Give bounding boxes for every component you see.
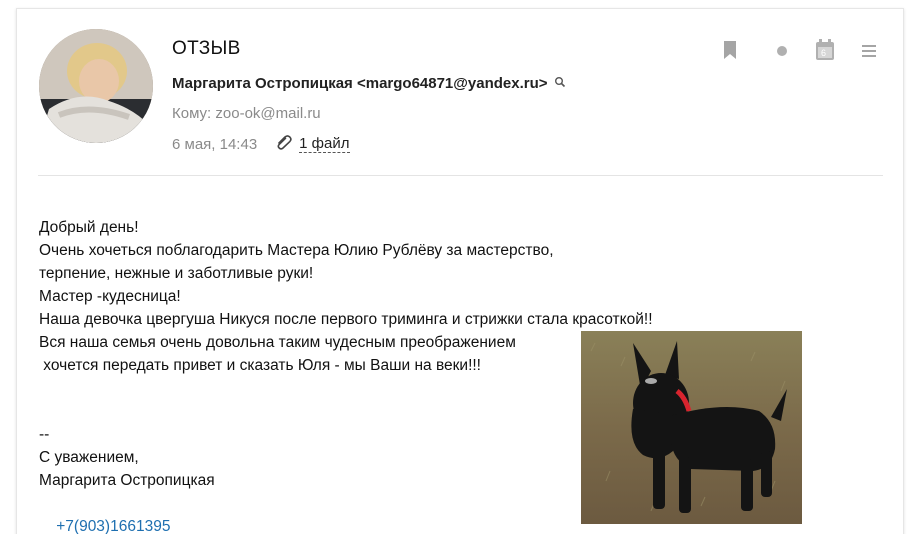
email-toolbar: 6: [720, 39, 881, 62]
phone-link[interactable]: +7(903)1661395: [56, 518, 171, 534]
header-divider: [38, 175, 883, 176]
body-line: Добрый день!: [39, 219, 139, 236]
bookmark-icon[interactable]: [722, 40, 742, 62]
sender-avatar[interactable]: [39, 29, 153, 143]
sender-line[interactable]: Маргарита Остропицкая <margo64871@yandex…: [172, 75, 566, 92]
attachments-link[interactable]: 1 файл: [299, 135, 350, 153]
recipient-line: Кому: zoo-ok@mail.ru: [172, 105, 321, 122]
more-menu-icon[interactable]: [861, 40, 881, 62]
body-line: терпение, нежные и заботливые руки!: [39, 265, 314, 282]
calendar-icon[interactable]: 6: [815, 39, 835, 61]
search-icon[interactable]: [554, 75, 566, 92]
email-meta: 6 мая, 14:43 1 файл: [172, 134, 350, 154]
unread-dot-icon[interactable]: [774, 40, 794, 62]
calendar-day-label: 6: [821, 48, 827, 58]
sender-name-email[interactable]: Маргарита Остропицкая <margo64871@yandex…: [172, 75, 548, 92]
paperclip-icon[interactable]: [275, 134, 293, 154]
body-line: Наша девочка цвергуша Никуся после перво…: [39, 311, 653, 328]
body-line: Очень хочеться поблагодарить Мастера Юли…: [39, 242, 554, 259]
dog-photo[interactable]: [581, 331, 802, 524]
email-date: 6 мая, 14:43: [172, 135, 258, 153]
email-subject: ОТЗЫВ: [172, 38, 241, 59]
body-line: Мастер -кудесница!: [39, 288, 181, 305]
